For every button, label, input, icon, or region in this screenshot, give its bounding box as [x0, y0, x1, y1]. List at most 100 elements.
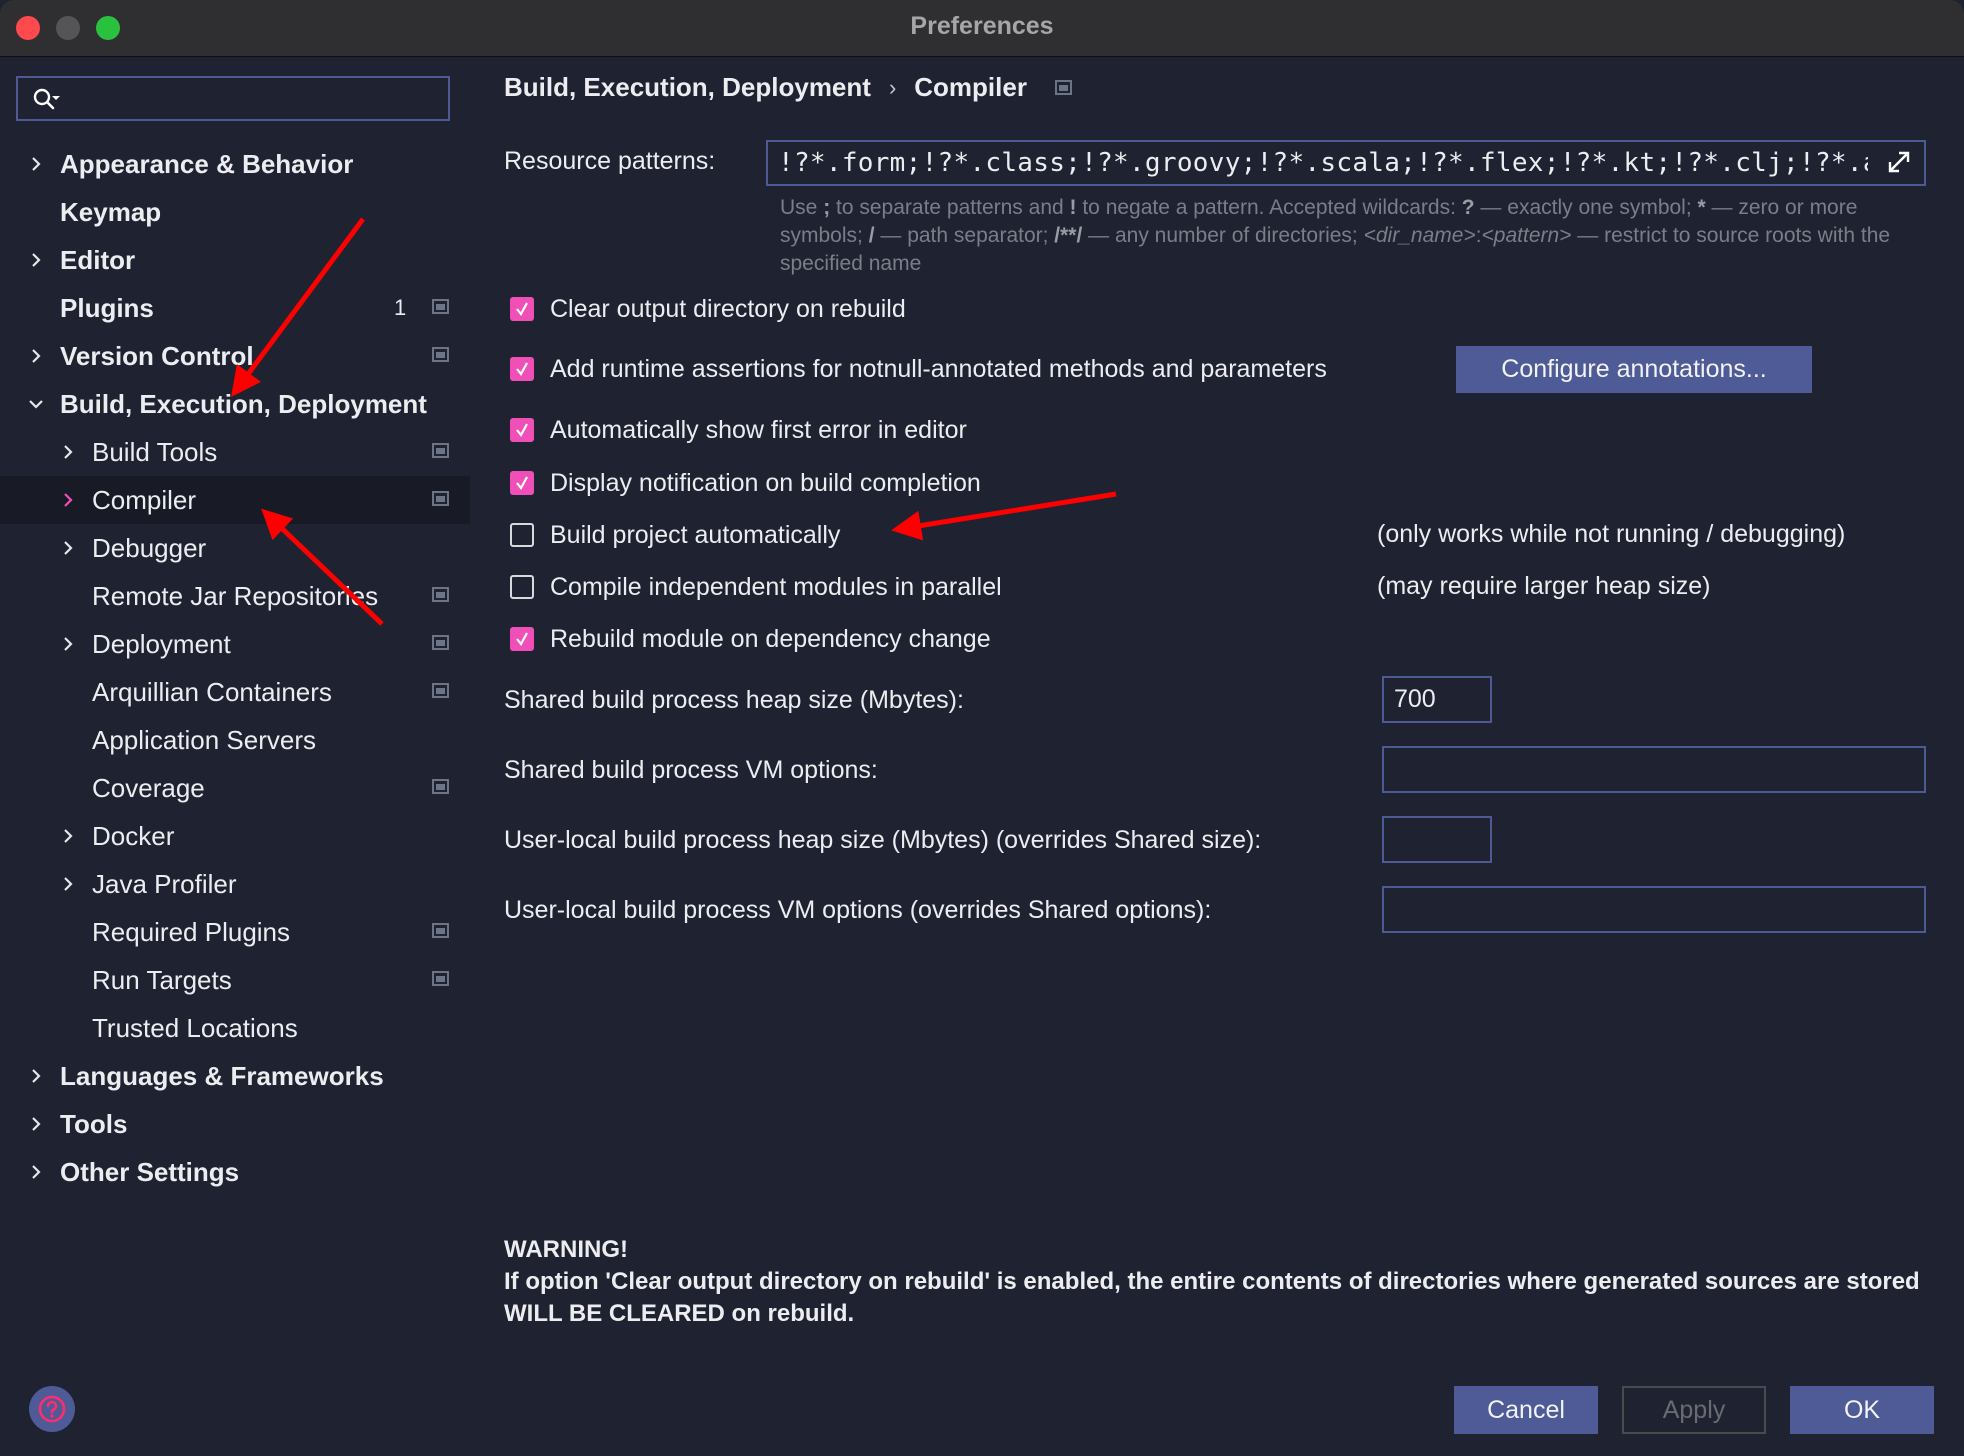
option-clear-output-directory-on-rebuild[interactable]: Clear output directory on rebuild [510, 292, 906, 326]
sidebar-item-label: Java Profiler [92, 868, 237, 899]
option-automatically-show-first-error-in-editor[interactable]: Automatically show first error in editor [510, 413, 967, 447]
sidebar-item-keymap[interactable]: Keymap [0, 188, 470, 236]
chevron-right-icon[interactable] [60, 636, 76, 652]
chevron-right-icon[interactable] [60, 540, 76, 556]
sidebar-item-label: Keymap [60, 196, 162, 227]
resource-patterns-input[interactable] [766, 140, 1926, 186]
sidebar-item-version-control[interactable]: Version Control [0, 332, 470, 380]
sidebar-item-label: Arquillian Containers [92, 676, 332, 707]
checkbox-checked[interactable] [510, 627, 534, 651]
user-local-heap-size-input[interactable] [1382, 816, 1492, 863]
sidebar-item-coverage[interactable]: Coverage [0, 764, 470, 812]
sidebar-item-application-servers[interactable]: Application Servers [0, 716, 470, 764]
option-label: Compile independent modules in parallel [550, 572, 1002, 601]
option-add-runtime-assertions-for-notnull-annotated-methods-and-parameters[interactable]: Add runtime assertions for notnull-annot… [510, 352, 1327, 386]
user-local-vm-options-input[interactable] [1382, 886, 1926, 933]
breadcrumb-separator: › [888, 74, 897, 100]
sidebar-item-label: Build Tools [92, 436, 218, 467]
chevron-right-icon[interactable] [28, 1068, 44, 1084]
help-button[interactable] [29, 1386, 75, 1432]
sidebar-item-debugger[interactable]: Debugger [0, 524, 470, 572]
sidebar-item-label: Other Settings [60, 1156, 240, 1187]
shared-heap-size-input[interactable] [1382, 676, 1492, 723]
option-label: Automatically show first error in editor [550, 415, 967, 444]
checkbox-checked[interactable] [510, 471, 534, 495]
ok-button[interactable]: OK [1790, 1386, 1934, 1434]
sidebar-item-build-tools[interactable]: Build Tools [0, 428, 470, 476]
option-rebuild-module-on-dependency-change[interactable]: Rebuild module on dependency change [510, 622, 991, 656]
option-display-notification-on-build-completion[interactable]: Display notification on build completion [510, 466, 981, 500]
checkbox-checked[interactable] [510, 418, 534, 442]
option-build-project-automatically[interactable]: Build project automatically [510, 518, 840, 552]
expand-icon[interactable] [1885, 148, 1913, 176]
apply-button[interactable]: Apply [1622, 1386, 1766, 1434]
sidebar-item-run-targets[interactable]: Run Targets [0, 956, 470, 1004]
checkmark-icon [516, 423, 528, 437]
chevron-right-icon[interactable] [60, 444, 76, 460]
sidebar-item-label: Editor [60, 244, 136, 275]
chevron-right-icon[interactable] [28, 1116, 44, 1132]
sidebar-item-label: Plugins [60, 292, 154, 323]
user-local-vm-options-label: User-local build process VM options (ove… [504, 896, 1212, 924]
checkbox-checked[interactable] [510, 297, 534, 321]
sidebar-item-other-settings[interactable]: Other Settings [0, 1148, 470, 1196]
chevron-right-icon[interactable] [60, 876, 76, 892]
sidebar-item-label: Docker [92, 820, 175, 851]
option-label: Clear output directory on rebuild [550, 294, 906, 323]
sidebar-item-compiler[interactable]: Compiler [0, 476, 470, 524]
sidebar-item-trusted-locations[interactable]: Trusted Locations [0, 1004, 470, 1052]
resource-patterns-label: Resource patterns: [504, 147, 716, 175]
resource-patterns-hint: Use ; to separate patterns and ! to nega… [780, 196, 1891, 275]
shared-vm-options-input[interactable] [1382, 746, 1926, 793]
breadcrumb: Build, Execution, Deployment › Compiler [504, 72, 1072, 103]
checkmark-icon [516, 476, 528, 490]
checkbox-unchecked[interactable] [510, 523, 534, 547]
project-level-icon [432, 779, 449, 794]
checkbox-checked[interactable] [510, 357, 534, 381]
sidebar-item-java-profiler[interactable]: Java Profiler [0, 860, 470, 908]
sidebar-item-label: Run Targets [92, 964, 232, 995]
project-level-icon [432, 971, 449, 986]
checkmark-icon [516, 362, 528, 376]
sidebar-item-label: Appearance & Behavior [60, 148, 354, 179]
sidebar-item-plugins[interactable]: Plugins 1 [0, 284, 470, 332]
sidebar-item-languages-frameworks[interactable]: Languages & Frameworks [0, 1052, 470, 1100]
checkmark-icon [516, 302, 528, 316]
project-level-icon [432, 587, 449, 602]
option-label: Display notification on build completion [550, 468, 981, 497]
project-level-icon [432, 635, 449, 650]
chevron-right-icon[interactable] [28, 252, 44, 268]
breadcrumb-parent[interactable]: Build, Execution, Deployment [504, 72, 871, 103]
option-note: (only works while not running / debuggin… [1377, 520, 1846, 548]
chevron-right-icon[interactable] [28, 156, 44, 172]
sidebar-item-required-plugins[interactable]: Required Plugins [0, 908, 470, 956]
sidebar-item-label: Coverage [92, 772, 205, 803]
sidebar-item-editor[interactable]: Editor [0, 236, 470, 284]
sidebar-item-label: Build, Execution, Deployment [60, 388, 427, 419]
sidebar-item-deployment[interactable]: Deployment [0, 620, 470, 668]
sidebar-item-label: Languages & Frameworks [60, 1060, 384, 1091]
sidebar-item-remote-jar-repositories[interactable]: Remote Jar Repositories [0, 572, 470, 620]
preferences-window: Preferences Appearance & Behavior Keymap E… [0, 0, 1964, 1456]
checkbox-unchecked[interactable] [510, 575, 534, 599]
option-compile-independent-modules-in-parallel[interactable]: Compile independent modules in parallel [510, 570, 1002, 604]
chevron-right-icon[interactable] [28, 348, 44, 364]
chevron-right-icon[interactable] [60, 828, 76, 844]
chevron-right-icon[interactable] [28, 1164, 44, 1180]
sidebar-item-label: Remote Jar Repositories [92, 580, 379, 611]
option-label: Rebuild module on dependency change [550, 624, 991, 653]
sidebar-item-docker[interactable]: Docker [0, 812, 470, 860]
sidebar-item-tools[interactable]: Tools [0, 1100, 470, 1148]
configure-annotations-button[interactable]: Configure annotations... [1456, 346, 1812, 393]
user-local-heap-size-label: User-local build process heap size (Mbyt… [504, 826, 1262, 854]
warning-message: WARNING! If option 'Clear output directo… [504, 1234, 1924, 1330]
sidebar-item-appearance-behavior[interactable]: Appearance & Behavior [0, 140, 470, 188]
cancel-button[interactable]: Cancel [1454, 1386, 1598, 1434]
sidebar-item-arquillian-containers[interactable]: Arquillian Containers [0, 668, 470, 716]
sidebar-item-build-execution-deployment[interactable]: Build, Execution, Deployment [0, 380, 470, 428]
sidebar-item-label: Version Control [60, 340, 254, 371]
sidebar-item-label: Tools [60, 1108, 128, 1139]
chevron-down-icon[interactable] [28, 396, 44, 412]
chevron-right-icon[interactable] [60, 492, 76, 508]
settings-search-input[interactable] [16, 76, 450, 121]
